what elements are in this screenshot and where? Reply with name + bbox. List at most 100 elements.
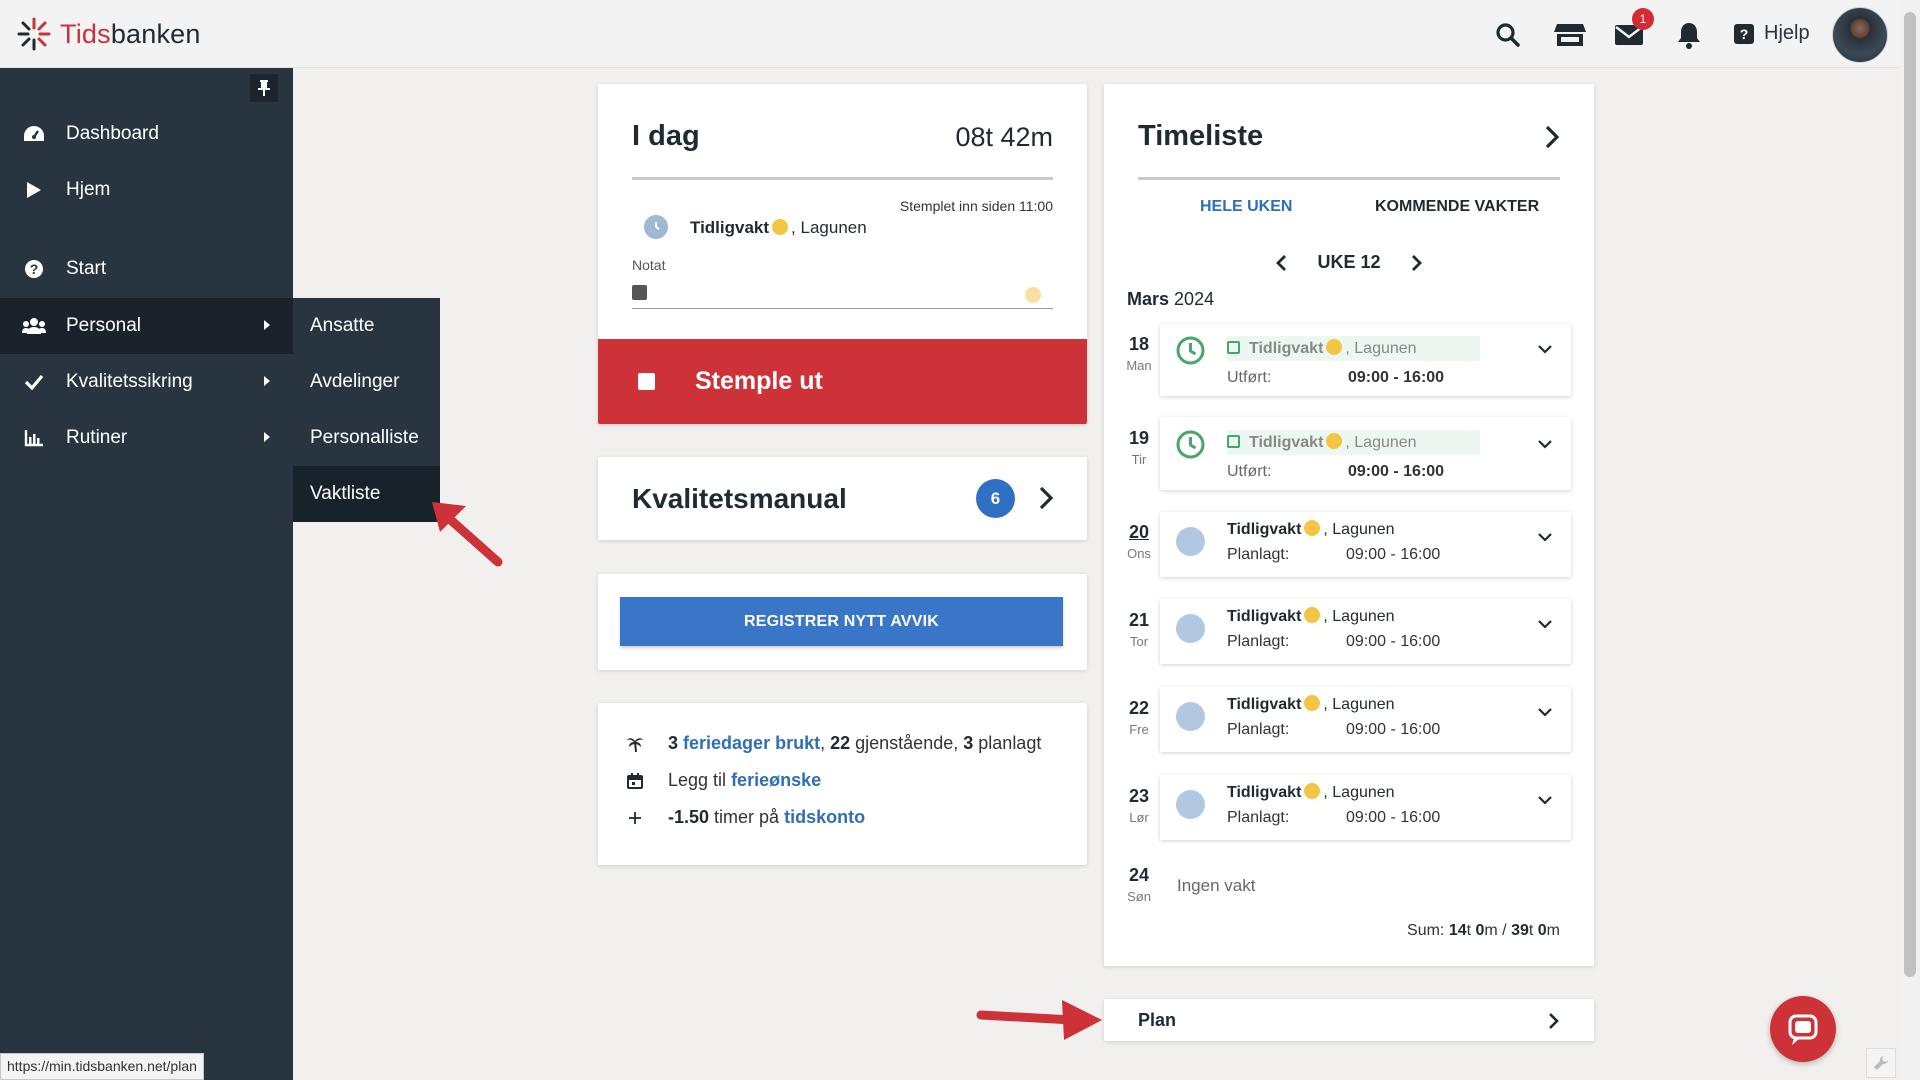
quality-manual-title: Kvalitetsmanual: [632, 483, 847, 514]
week-label: UKE 12: [1317, 252, 1381, 272]
shift-card[interactable]: Tidligvakt, Lagunen Planlagt: 09:00 - 16…: [1160, 512, 1571, 577]
tab-upcoming-shifts[interactable]: KOMMENDE VAKTER: [1375, 198, 1539, 216]
shift-info: Tidligvakt, Lagunen: [1227, 607, 1395, 625]
submenu-item-personalliste[interactable]: Personalliste: [293, 410, 440, 466]
help-link[interactable]: ? Hjelp: [1734, 22, 1810, 45]
chevron-left-icon[interactable]: [1275, 254, 1287, 272]
chat-button[interactable]: [1770, 996, 1836, 1062]
week-navigator: UKE 12: [1104, 252, 1594, 273]
shift-info: Tidligvakt, Lagunen: [1227, 520, 1395, 538]
shift-info: Tidligvakt, Lagunen: [1227, 695, 1395, 713]
sun-emoji-icon: [1304, 695, 1321, 711]
shift-status-label: Utført:: [1227, 463, 1272, 480]
shift-card[interactable]: Tidligvakt, Lagunen Planlagt: 09:00 - 16…: [1160, 599, 1571, 664]
plus-icon: [626, 811, 644, 825]
shift-status-label: Planlagt:: [1227, 809, 1290, 826]
app-logo[interactable]: Tidsbanken: [16, 16, 201, 52]
chevron-right-icon[interactable]: [1544, 124, 1560, 150]
vacation-wish-link[interactable]: ferieønske: [731, 770, 821, 790]
submenu-item-ansatte[interactable]: Ansatte: [293, 298, 440, 354]
sun-emoji-icon: [1304, 520, 1321, 536]
chevron-down-icon[interactable]: [1537, 439, 1553, 449]
time-account-link[interactable]: tidskonto: [784, 807, 865, 827]
submenu-item-vaktliste[interactable]: Vaktliste: [293, 466, 440, 522]
vacation-card: 3 feriedager brukt, 22 gjenstående, 3 pl…: [598, 703, 1087, 865]
shift-time: 09:00 - 16:00: [1346, 809, 1441, 826]
note-input[interactable]: [632, 281, 1053, 309]
shift-card[interactable]: Tidligvakt, Lagunen Utført: 09:00 - 16:0…: [1160, 324, 1571, 396]
chevron-down-icon[interactable]: [1537, 532, 1553, 542]
shift-info: Tidligvakt, Lagunen: [1227, 430, 1480, 455]
avatar[interactable]: [1832, 7, 1888, 63]
stamp-out-button[interactable]: Stemple ut: [598, 339, 1087, 424]
clock-icon: [644, 215, 668, 239]
svg-text:?: ?: [30, 261, 39, 277]
vacation-used-link[interactable]: feriedager brukt: [683, 733, 820, 753]
shift-status-circle: [1176, 790, 1205, 819]
logo-icon: [17, 17, 51, 51]
caret-right-icon: [264, 376, 270, 386]
tab-whole-week[interactable]: HELE UKEN: [1200, 198, 1292, 216]
sidebar-item-rutiner[interactable]: Rutiner: [0, 410, 293, 466]
annotation-arrow-vaktliste: [432, 502, 503, 567]
mail-icon[interactable]: 1: [1614, 8, 1654, 50]
pin-icon[interactable]: [250, 74, 278, 102]
sidebar-item-label: Rutiner: [66, 427, 128, 448]
chat-icon: [1788, 1014, 1818, 1045]
stamp-out-label: Stemple ut: [695, 367, 823, 395]
submenu-item-avdelinger[interactable]: Avdelinger: [293, 354, 440, 410]
sun-emoji-icon: [1304, 607, 1321, 623]
wrench-icon[interactable]: [1866, 1048, 1896, 1078]
dashboard-icon: [22, 125, 46, 143]
shift-time: 09:00 - 16:00: [1346, 546, 1441, 563]
quality-manual-card[interactable]: Kvalitetsmanual 6: [598, 457, 1087, 540]
vacation-wish-row: Legg til ferieønske: [626, 770, 821, 791]
shift-card[interactable]: Tidligvakt, Lagunen Utført: 09:00 - 16:0…: [1160, 417, 1571, 490]
shift-status-label: Planlagt:: [1227, 546, 1290, 563]
sidebar-item-hjem[interactable]: Hjem: [0, 162, 293, 218]
personal-submenu: Ansatte Avdelinger Personalliste Vaktlis…: [293, 298, 440, 522]
shift-card[interactable]: Tidligvakt, Lagunen Planlagt: 09:00 - 16…: [1160, 775, 1571, 840]
sun-emoji-icon: [772, 219, 789, 235]
divider: [1138, 177, 1560, 180]
plan-card[interactable]: Plan: [1104, 999, 1594, 1041]
chevron-down-icon[interactable]: [1537, 619, 1553, 629]
sidebar-item-personal[interactable]: Personal: [0, 298, 293, 354]
shift-info: Tidligvakt, Lagunen: [1227, 336, 1480, 361]
chevron-right-icon: [1549, 1013, 1559, 1029]
app-name: Tidsbanken: [60, 18, 201, 49]
chevron-right-icon[interactable]: [1411, 254, 1423, 272]
chevron-down-icon[interactable]: [1537, 795, 1553, 805]
sun-emoji-icon: [1326, 433, 1343, 449]
chevron-down-icon[interactable]: [1537, 344, 1553, 354]
sidebar-item-label: Dashboard: [66, 123, 159, 144]
calendar-check-icon: [1227, 435, 1240, 448]
sidebar-item-label: Personal: [66, 315, 141, 336]
today-shift: Tidligvakt, Lagunen: [690, 218, 867, 237]
chevron-down-icon[interactable]: [1537, 707, 1553, 717]
stamped-since: Stemplet inn siden 11:00: [899, 198, 1053, 214]
today-card: I dag 08t 42m Stemplet inn siden 11:00 T…: [598, 84, 1087, 424]
sidebar-item-dashboard[interactable]: Dashboard: [0, 106, 293, 162]
clock-check-icon: [1176, 336, 1205, 365]
play-icon: [22, 181, 46, 199]
shift-card[interactable]: Tidligvakt, Lagunen Planlagt: 09:00 - 16…: [1160, 687, 1571, 752]
today-total-time: 08t 42m: [955, 122, 1053, 152]
bell-icon[interactable]: [1674, 20, 1704, 50]
help-icon: ?: [1734, 23, 1754, 44]
vacation-days-row: 3 feriedager brukt, 22 gjenstående, 3 pl…: [626, 733, 1041, 754]
shift-status-circle: [1176, 527, 1205, 556]
calendar-check-icon: [1227, 341, 1240, 354]
scrollbar-thumb[interactable]: [1904, 12, 1916, 977]
plan-label: Plan: [1138, 1010, 1177, 1030]
shift-status-label: Planlagt:: [1227, 721, 1290, 738]
calendar-icon: [626, 772, 644, 789]
register-deviation-button[interactable]: REGISTRER NYTT AVVIK: [620, 597, 1063, 646]
sidebar-item-start[interactable]: ? Start: [0, 241, 293, 297]
search-icon[interactable]: [1493, 20, 1523, 50]
mail-badge: 1: [1632, 8, 1654, 30]
sidebar-item-kvalitetssikring[interactable]: Kvalitetssikring: [0, 354, 293, 410]
store-icon[interactable]: [1553, 20, 1587, 50]
emoji-picker-icon[interactable]: [1025, 287, 1041, 303]
shift-status-label: Planlagt:: [1227, 633, 1290, 650]
